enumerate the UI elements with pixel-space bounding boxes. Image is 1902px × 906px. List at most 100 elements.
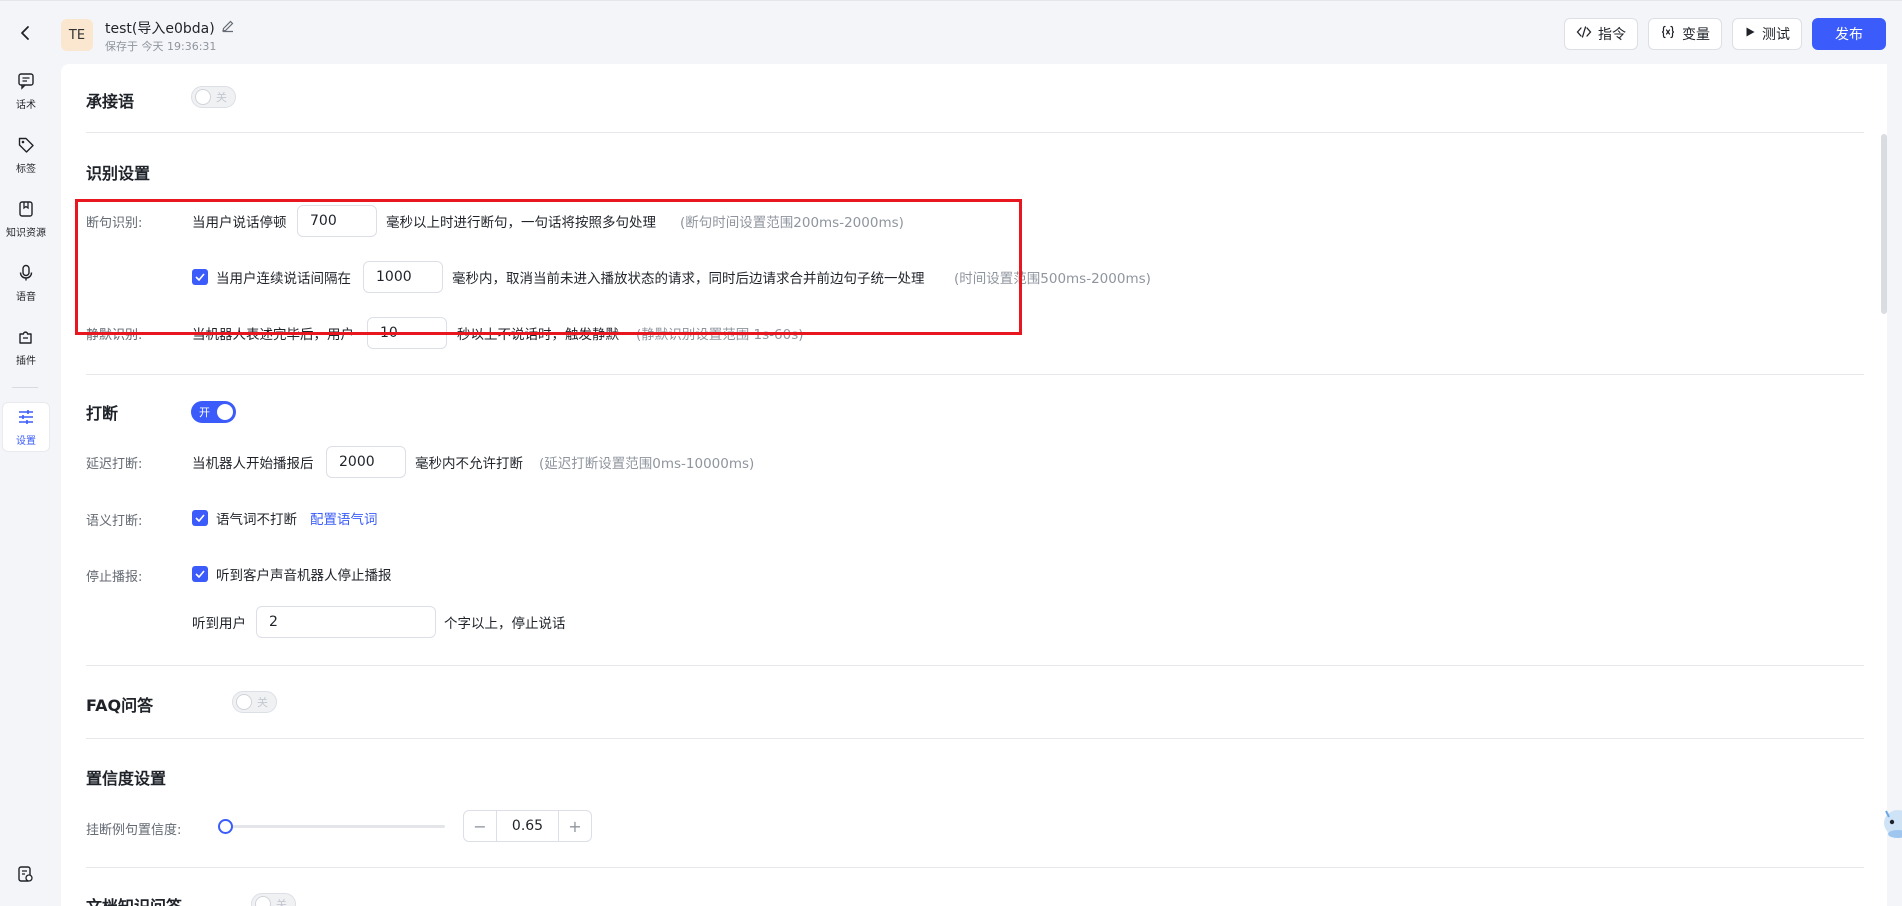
delay-interrupt-hint: (延迟打断设置范围0ms-10000ms) (539, 456, 755, 472)
back-arrow-icon[interactable] (14, 21, 36, 45)
toggle-knob (255, 896, 271, 906)
toggle-knob (217, 404, 233, 420)
decrement-button[interactable]: − (464, 811, 496, 841)
stop-words-text-after: 个字以上，停止说话 (444, 616, 566, 632)
configure-filler-words-link[interactable]: 配置语气词 (310, 508, 378, 528)
confidence-stepper: − 0.65 + (463, 810, 592, 842)
stop-playback-label: 停止播报: (86, 570, 143, 585)
top-actions: 指令 变量 测试 发布 (1564, 18, 1886, 50)
bot-name: test(导入e0bda) (105, 21, 215, 37)
merge-checkbox[interactable] (192, 269, 208, 285)
slider-thumb[interactable] (218, 819, 233, 834)
stop-words-text: 听到用户 (192, 616, 246, 632)
toggle-label: 开 (199, 406, 210, 419)
variable-braces-icon (1660, 25, 1676, 43)
confidence-slider[interactable] (218, 819, 445, 834)
filler-word-checkbox[interactable] (192, 510, 208, 526)
variable-button-label: 变量 (1682, 27, 1710, 43)
stop-playback-text: 听到客户声音机器人停止播报 (216, 568, 392, 584)
avatar: TE (61, 19, 93, 51)
faq-section-title: FAQ问答 (86, 696, 154, 715)
nav-item-voice[interactable]: 语音 (2, 258, 50, 308)
transition-toggle[interactable]: 关 (191, 86, 236, 108)
divider (86, 374, 1864, 375)
top-bar: TE test(导入e0bda) 保存于 今天 19:36:31 指令 变量 测… (0, 0, 1902, 64)
faq-toggle[interactable]: 关 (232, 691, 277, 713)
sentence-break-label: 断句识别: (86, 216, 143, 231)
toggle-label: 关 (216, 91, 227, 104)
doc-qa-toggle[interactable]: 关 (251, 893, 296, 906)
merge-text-after: 毫秒内，取消当前未进入播放状态的请求，同时后边请求合并前边句子统一处理 (452, 271, 925, 287)
test-button[interactable]: 测试 (1732, 18, 1802, 50)
command-button-label: 指令 (1598, 27, 1626, 43)
merge-hint: (时间设置范围500ms-2000ms) (954, 271, 1151, 287)
nav-item-settings[interactable]: 设置 (2, 402, 50, 452)
filler-word-text: 语气词不打断 (216, 512, 297, 528)
divider (86, 738, 1864, 739)
hangup-confidence-label: 挂断例句置信度: (86, 823, 182, 838)
edit-pencil-icon[interactable] (221, 19, 235, 37)
notes-icon[interactable] (13, 862, 37, 886)
stop-playback-checkbox[interactable] (192, 566, 208, 582)
divider (86, 132, 1864, 133)
chat-icon (17, 72, 35, 93)
nav-item-label: 插件 (16, 355, 36, 367)
delay-interrupt-input[interactable]: 2000 (326, 446, 406, 478)
silence-input[interactable]: 10 (367, 317, 447, 349)
variable-button[interactable]: 变量 (1648, 18, 1722, 50)
semantic-interrupt-label: 语义打断: (86, 514, 143, 529)
recognition-section-title: 识别设置 (86, 164, 151, 183)
book-icon (17, 200, 35, 221)
nav-item-tags[interactable]: 标签 (2, 130, 50, 180)
nav-item-label: 话术 (16, 99, 36, 111)
settings-panel: 承接语 关 识别设置 断句识别: 当用户说话停顿 700 毫秒以上时进行断句，一… (61, 64, 1887, 906)
toggle-knob (236, 694, 252, 710)
command-button[interactable]: 指令 (1564, 18, 1638, 50)
toggle-label: 关 (257, 696, 268, 709)
nav-item-script[interactable]: 话术 (2, 66, 50, 116)
delay-interrupt-text-after: 毫秒内不允许打断 (415, 456, 523, 472)
scrollbar[interactable] (1881, 134, 1887, 314)
test-button-label: 测试 (1762, 27, 1790, 43)
silence-hint: (静默识别设置范围 1s-60s) (636, 327, 804, 343)
nav-item-label: 标签 (16, 163, 36, 175)
tag-icon (17, 136, 35, 157)
microphone-icon (17, 264, 35, 285)
sliders-icon (17, 408, 35, 429)
toggle-label: 关 (276, 898, 287, 906)
delay-interrupt-label: 延迟打断: (86, 457, 143, 472)
publish-button[interactable]: 发布 (1812, 18, 1886, 50)
merge-interval-input[interactable]: 1000 (363, 261, 443, 293)
silence-text: 当机器人表述完毕后，用户 (192, 327, 354, 343)
assistant-bot-icon[interactable] (1880, 805, 1902, 841)
nav-item-label: 知识资源 (6, 227, 46, 239)
silence-text-after: 秒以上不说话时，触发静默 (457, 327, 619, 343)
nav-item-label: 设置 (16, 435, 36, 447)
nav-item-plugins[interactable]: 插件 (2, 322, 50, 372)
divider (86, 665, 1864, 666)
delay-interrupt-text: 当机器人开始播报后 (192, 456, 314, 472)
increment-button[interactable]: + (559, 811, 591, 841)
nav-item-label: 语音 (16, 291, 36, 303)
sentence-break-text: 当用户说话停顿 (192, 215, 287, 231)
saved-time: 保存于 今天 19:36:31 (105, 40, 217, 53)
confidence-section-title: 置信度设置 (86, 769, 167, 788)
page-title: test(导入e0bda) (105, 18, 235, 38)
play-icon (1744, 26, 1756, 42)
nav-divider (12, 387, 38, 388)
confidence-value[interactable]: 0.65 (496, 811, 559, 841)
divider (86, 867, 1864, 868)
silence-label: 静默识别: (86, 328, 143, 343)
left-nav: 话术 标签 知识资源 语音 插件 设置 (0, 64, 50, 906)
stop-words-input[interactable]: 2 (256, 606, 436, 638)
interrupt-toggle[interactable]: 开 (191, 401, 236, 423)
nav-item-knowledge[interactable]: 知识资源 (2, 194, 50, 244)
sentence-break-input[interactable]: 700 (297, 205, 377, 237)
toggle-knob (195, 89, 211, 105)
plugin-icon (17, 328, 35, 349)
interrupt-section-title: 打断 (86, 404, 119, 423)
sentence-break-hint: (断句时间设置范围200ms-2000ms) (680, 215, 904, 231)
sentence-break-text-after: 毫秒以上时进行断句，一句话将按照多句处理 (386, 215, 656, 231)
transition-section-title: 承接语 (86, 92, 135, 111)
doc-qa-section-title: 文档知识问答 (86, 893, 182, 906)
